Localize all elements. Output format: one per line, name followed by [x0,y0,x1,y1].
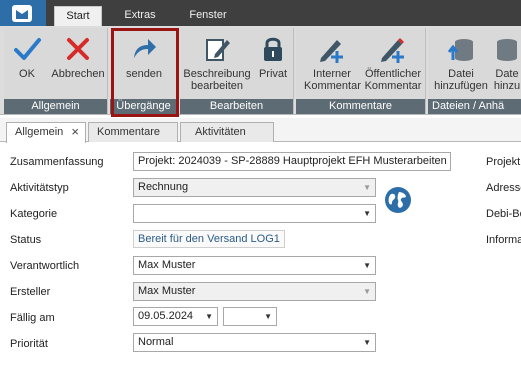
group-label-dateien: Dateien / Anhä [428,99,521,114]
verantwortlich-value: Max Muster [138,259,196,271]
verantwortlich-select[interactable]: Max Muster ▼ [133,256,376,275]
chevron-down-icon: ▼ [363,261,371,270]
group-label-allgemein: Allgemein [4,99,107,114]
app-logo-icon [12,5,32,22]
ribbon-tab-strip: Start Extras Fenster [0,0,521,26]
tab-kommentare[interactable]: Kommentare [88,122,178,142]
oeffentlicher-kommentar-button[interactable]: Öffentlicher Kommentar [362,32,424,98]
datei-hinzufuegen-button[interactable]: Datei hinzufügen [432,32,490,98]
database-icon [497,39,517,61]
ok-button[interactable]: OK [6,32,48,98]
group-bearbeiten: Beschreibung bearbeiten Privat Bearbeite… [180,28,294,114]
prioritaet-value: Normal [138,336,174,348]
ersteller-label: Ersteller [10,286,51,298]
beschreibung-bearbeiten-button[interactable]: Beschreibung bearbeiten [182,32,252,98]
abbrechen-label: Abbrechen [51,68,105,80]
verantwortlich-label: Verantwortlich [10,260,80,272]
database-upload-icon [447,39,473,61]
zusammenfassung-input[interactable]: Projekt: 2024039 - SP-28889 Hauptprojekt… [133,152,451,171]
senden-highlight-frame [111,28,179,117]
tab-allgemein[interactable]: Allgemein × [6,122,86,143]
adresse-label: Adresse [486,182,521,194]
datei2-label-2: hinzu [493,80,521,92]
group-label-kommentare: Kommentare [296,99,425,114]
app-menu-button[interactable] [0,0,46,26]
faellig-am-value: 09.05.2024 [138,310,194,322]
tab-allgemein-label: Allgemein [15,126,64,138]
datei-label-1: Datei [448,68,474,80]
ersteller-select[interactable]: Max Muster ▼ [133,282,376,301]
document-tabs: Allgemein × Kommentare Aktivitäten [0,118,521,143]
kategorie-label: Kategorie [10,208,58,220]
group-dateien: Datei hinzufügen Date hinzu Dateien / An… [428,28,521,114]
group-allgemein: OK Abbrechen Allgemein [4,28,108,114]
ersteller-value: Max Muster [138,285,196,297]
zusammenfassung-label: Zusammenfassung [10,156,104,168]
chevron-down-icon: ▼ [363,183,371,192]
prioritaet-select[interactable]: Normal ▼ [133,333,376,352]
privat-button[interactable]: Privat [254,32,292,98]
close-x-icon [67,38,89,60]
group-kommentare: Interner Kommentar Öffentlicher Kommenta… [296,28,426,114]
tab-fenster[interactable]: Fenster [182,6,234,26]
tab-start[interactable]: Start [54,6,102,26]
faellig-am-label: Fällig am [10,312,55,324]
chevron-down-icon: ▼ [363,209,371,218]
projekt-label: Projekt [486,156,521,168]
chevron-down-icon: ▼ [205,312,213,321]
interner-label-2: Kommentar [304,80,361,92]
interner-kommentar-button[interactable]: Interner Kommentar [304,32,361,98]
status-label: Status [10,234,42,246]
datei2-label-1: Date [495,68,519,80]
interner-label-1: Interner [313,68,351,80]
globe-icon[interactable] [384,186,412,214]
ok-label: OK [19,68,35,80]
tab-aktivitaeten[interactable]: Aktivitäten [180,122,274,142]
ribbon: OK Abbrechen Allgemein senden Übergänge … [0,26,521,115]
prioritaet-label: Priorität [10,338,48,350]
oeffentlicher-label-1: Öffentlicher [364,68,422,80]
add-comment-pen-red-icon [381,38,404,63]
datei-label-2: hinzufügen [434,80,488,92]
datei-button-2[interactable]: Date hinzu [492,32,521,98]
status-badge: Bereit für den Versand LOG1 [133,230,285,248]
faellig-am-date-input[interactable]: 09.05.2024 ▼ [133,307,218,326]
privat-label: Privat [258,68,288,80]
faellig-am-time-select[interactable]: ▼ [223,307,277,326]
beschreibung-label-2: bearbeiten [191,80,243,92]
abbrechen-button[interactable]: Abbrechen [50,32,106,98]
aktivitaetstyp-value: Rechnung [138,181,189,193]
add-comment-pen-icon [320,40,343,63]
debi-label: Debi-Be [486,208,521,220]
edit-doc-icon [206,39,230,61]
aktivitaetstyp-label: Aktivitätstyp [10,182,69,194]
informa-label: Informa [486,234,521,246]
kategorie-select[interactable]: ▼ [133,204,376,223]
close-icon[interactable]: × [71,123,79,141]
chevron-down-icon: ▼ [264,312,272,321]
tab-extras[interactable]: Extras [116,6,164,26]
lock-icon [264,37,282,61]
aktivitaetstyp-select[interactable]: Rechnung ▼ [133,178,376,197]
oeffentlicher-label-2: Kommentar [364,80,422,92]
beschreibung-label-1: Beschreibung [183,68,251,80]
group-label-bearbeiten: Bearbeiten [180,99,293,114]
check-icon [14,38,41,60]
chevron-down-icon: ▼ [363,287,371,296]
chevron-down-icon: ▼ [363,338,371,347]
